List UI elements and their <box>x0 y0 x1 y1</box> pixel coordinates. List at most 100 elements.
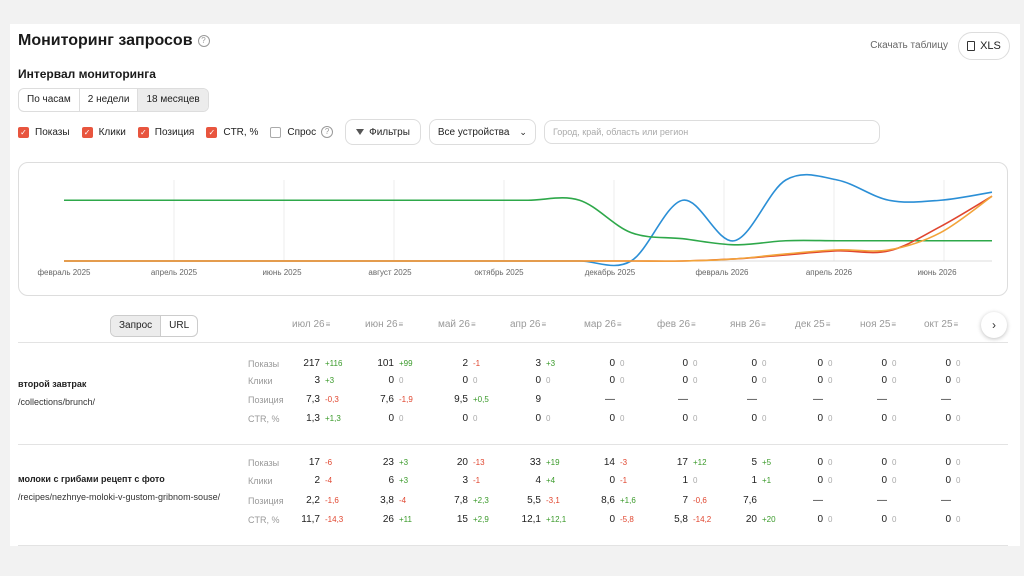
metric-delta: 0 <box>956 476 961 485</box>
xls-download-button[interactable]: XLS <box>958 32 1010 60</box>
query-url[interactable]: /collections/brunch/ <box>18 396 228 409</box>
page-title: Мониторинг запросов? <box>18 32 210 50</box>
column-header[interactable]: окт 25≡ <box>924 319 958 330</box>
metric-value: 0 <box>881 375 887 386</box>
interval-selector: По часам 2 недели 18 месяцев <box>18 88 209 112</box>
metric-value: 0 <box>817 514 823 525</box>
interval-2weeks[interactable]: 2 недели <box>80 89 139 111</box>
checkbox-label: Позиция <box>154 126 195 138</box>
metric-value: 0 <box>535 375 541 386</box>
metric-value: 7 <box>682 495 688 506</box>
column-header[interactable]: янв 26≡ <box>730 319 766 330</box>
tab-url[interactable]: URL <box>161 316 197 336</box>
help-icon[interactable]: ? <box>321 126 334 138</box>
x-tick-label: октябрь 2025 <box>474 268 524 277</box>
metric-delta: 0 <box>956 376 961 385</box>
checkbox-clicks[interactable]: ✓ Клики <box>81 126 126 138</box>
metric-value: 0 <box>682 375 688 386</box>
region-input[interactable]: Город, край, область или регион <box>543 120 880 144</box>
metric-value: 2 <box>462 358 468 369</box>
column-header[interactable]: июн 26≡ <box>365 319 403 330</box>
metric-value: 33 <box>529 457 541 468</box>
metric-value: 0 <box>817 358 823 369</box>
column-header[interactable]: ноя 25≡ <box>860 319 896 330</box>
column-header-label: окт 25 <box>924 319 953 330</box>
column-header-label: июн 26 <box>365 319 398 330</box>
checkbox-ctr[interactable]: ✓ CTR, % <box>206 126 259 138</box>
metric-value: — <box>813 495 823 506</box>
filters-button[interactable]: Фильтры <box>345 119 421 145</box>
monitoring-chart: февраль 2025 апрель 2025 июнь 2025 август 2… <box>18 162 1008 296</box>
metric-value: 0 <box>881 358 887 369</box>
metric-delta: 0 <box>620 359 625 368</box>
metric-value: 9 <box>535 394 541 405</box>
column-header[interactable]: апр 26≡ <box>510 319 546 330</box>
checkbox-position[interactable]: ✓ Позиция <box>137 126 195 138</box>
column-header[interactable]: май 26≡ <box>438 319 476 330</box>
column-header-label: ноя 25 <box>860 319 891 330</box>
series-line <box>63 197 992 246</box>
metric-delta: -4 <box>399 496 407 505</box>
monitoring-card: Мониторинг запросов? Скачать таблицу XLS… <box>10 24 1020 546</box>
metric-value: 217 <box>303 358 320 369</box>
download-table-label: Скачать таблицу <box>870 40 948 51</box>
help-icon[interactable]: ? <box>197 35 210 47</box>
metric-value: 0 <box>609 413 615 424</box>
metric-value: 0 <box>817 475 823 486</box>
metric-value: 3 <box>535 358 541 369</box>
metric-value: 0 <box>609 375 615 386</box>
metric-value: 2 <box>314 475 320 486</box>
metric-value: 0 <box>682 358 688 369</box>
query-name[interactable]: молоки с грибами рецепт с фото <box>18 474 165 484</box>
metric-delta: 0 <box>620 414 625 423</box>
metric-delta: +3 <box>399 476 409 485</box>
device-select[interactable]: Все устройства ⌄ <box>428 119 536 145</box>
filters-bar: ✓ Показы ✓ Клики ✓ Позиция ✓ CTR, % Спрос? Ф… <box>18 119 880 145</box>
column-header[interactable]: мар 26≡ <box>584 319 622 330</box>
metric-value: 11,7 <box>301 514 320 525</box>
check-icon: ✓ <box>18 126 29 138</box>
metric-value: 2,2 <box>306 495 320 506</box>
sort-icon: ≡ <box>953 320 959 329</box>
sort-icon: ≡ <box>691 320 696 329</box>
metric-delta: -6 <box>325 458 333 467</box>
query-name[interactable]: второй завтрак <box>18 379 86 389</box>
metric-delta: 0 <box>473 414 478 423</box>
checkbox-label: CTR, % <box>223 126 259 138</box>
metric-value: 3,8 <box>380 495 394 506</box>
check-icon: ✓ <box>206 126 218 138</box>
column-header[interactable]: июл 26≡ <box>292 319 330 330</box>
metric-value: 0 <box>751 413 757 424</box>
metric-value: 0 <box>388 413 394 424</box>
sort-icon: ≡ <box>541 320 547 329</box>
interval-hourly[interactable]: По часам <box>19 89 80 111</box>
metric-value: 14 <box>603 457 615 468</box>
column-header[interactable]: фев 26≡ <box>657 319 696 330</box>
column-header[interactable]: дек 25≡ <box>795 319 830 330</box>
checkbox-empty <box>270 126 282 138</box>
metric-value: 3 <box>314 375 320 386</box>
metric-delta: 0 <box>546 376 551 385</box>
metric-value: 17 <box>676 457 688 468</box>
chevron-right-icon[interactable]: › <box>981 312 1007 338</box>
chevron-down-icon: ⌄ <box>519 126 527 137</box>
metric-value: 0 <box>751 358 757 369</box>
xls-label: XLS <box>980 40 1001 52</box>
query-url[interactable]: /recipes/nezhnye-moloki-v-gustom-gribnom… <box>18 491 228 504</box>
sort-icon: ≡ <box>891 320 897 329</box>
x-tick-label: август 2025 <box>368 268 412 277</box>
sort-icon: ≡ <box>325 320 331 329</box>
checkbox-label: Показы <box>35 126 70 138</box>
column-header-label: мар 26 <box>584 319 616 330</box>
metric-value: 26 <box>382 514 394 525</box>
checkbox-impressions[interactable]: ✓ Показы <box>18 126 70 138</box>
sort-icon: ≡ <box>616 320 622 329</box>
tab-query[interactable]: Запрос <box>111 316 162 336</box>
metric-value: 0 <box>945 375 951 386</box>
metric-value: 7,3 <box>306 394 320 405</box>
metric-value: — <box>941 394 951 405</box>
checkbox-demand[interactable]: Спрос? <box>270 126 334 138</box>
metric-value: 20 <box>745 514 757 525</box>
interval-18months[interactable]: 18 месяцев <box>138 89 208 111</box>
metric-value: 6 <box>388 475 394 486</box>
